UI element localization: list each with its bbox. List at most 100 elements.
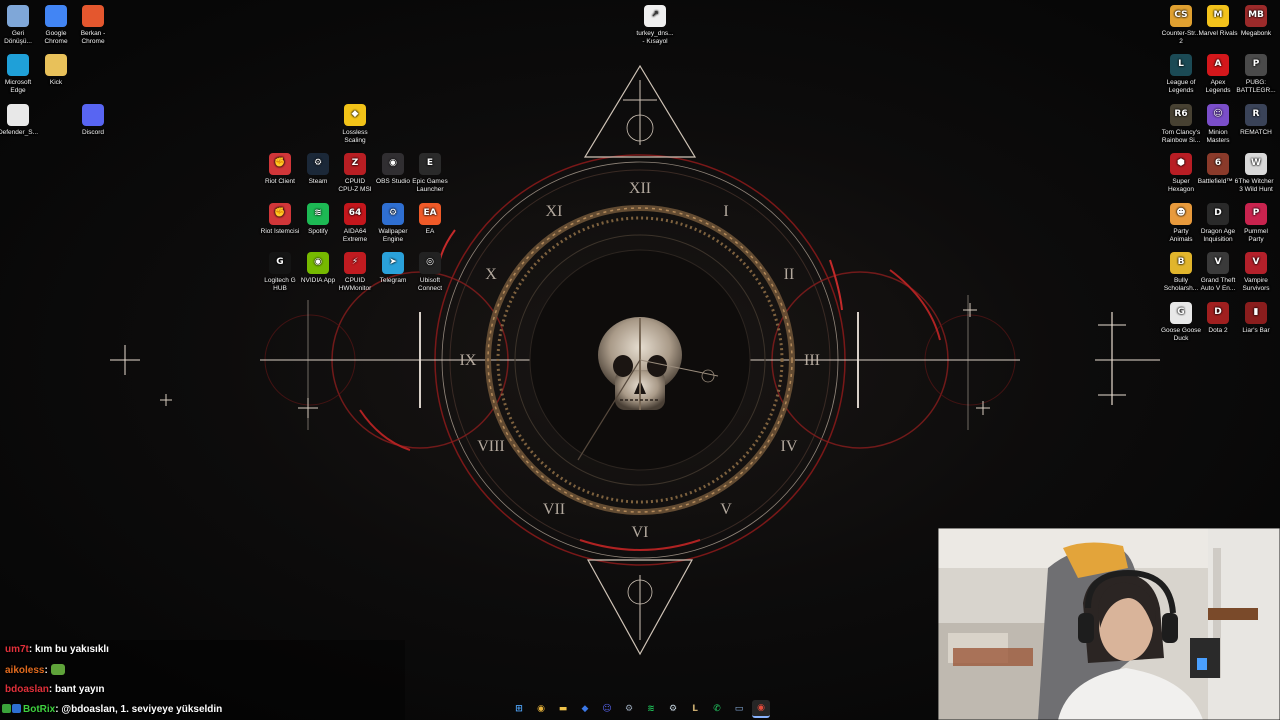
ea-icon: EA: [419, 203, 441, 225]
wallpaper-engine-icon: ⚙: [382, 203, 404, 225]
desktop-icon-label: Berkan - Chrome: [80, 30, 106, 45]
logitech-icon: G: [269, 252, 291, 274]
taskbar-settings-icon[interactable]: ⚙: [620, 700, 638, 718]
clock-numeral: IV: [781, 438, 798, 455]
taskbar-steam-icon[interactable]: ⚙: [664, 700, 682, 718]
clock-numeral: VI: [632, 524, 649, 541]
rematch-icon: R: [1245, 104, 1267, 126]
bully-icon: B: [1170, 252, 1192, 274]
clock-numeral: IX: [460, 352, 477, 369]
goose-goose-duck-icon: G: [1170, 302, 1192, 324]
dota2-icon: D: [1207, 302, 1229, 324]
desktop-icon-label: Pummel Party: [1244, 228, 1268, 243]
desktop-icon-label: Lossless Scaling: [342, 129, 368, 144]
desktop-shortcut-chrome[interactable]: Berkan - Chrome: [71, 5, 115, 45]
desktop-shortcut-pubg[interactable]: P PUBG: BATTLEGR...: [1234, 54, 1278, 94]
chat-username: BotRix: [23, 704, 56, 715]
taskbar-file-explorer-icon[interactable]: ▬: [554, 700, 572, 718]
desktop-icon-label: Kick: [49, 79, 63, 86]
party-animals-icon: ☻: [1170, 203, 1192, 225]
desktop-shortcut-duck[interactable]: ◆ Lossless Scaling: [333, 104, 377, 144]
riot-client-icon: ✊: [269, 203, 291, 225]
chat-text: bant yayın: [55, 684, 105, 695]
taskbar-obs-icon[interactable]: ◉: [752, 700, 770, 718]
desktop-shortcut-ea[interactable]: EA EA: [408, 203, 452, 236]
battlefield-icon: 6: [1207, 153, 1229, 175]
desktop-shortcut-turkey-dns[interactable]: ↗ turkey_dns... - Kısayol: [633, 5, 677, 45]
aida64-icon: 64: [344, 203, 366, 225]
clock-numeral: I: [723, 203, 728, 220]
vampire-survivors-icon: V: [1245, 252, 1267, 274]
steam-icon: ⚙: [307, 153, 329, 175]
taskbar-spotify-icon[interactable]: ≋: [642, 700, 660, 718]
pubg-icon: P: [1245, 54, 1267, 76]
desktop-shortcut-folder[interactable]: Kick: [34, 54, 78, 87]
desktop-shortcut-liars-bar[interactable]: ▮ Liar's Bar: [1234, 302, 1278, 335]
desktop-shortcut-vampire-survivors[interactable]: V Vampire Survivors: [1234, 252, 1278, 292]
epic-games-icon: E: [419, 153, 441, 175]
obs-icon: ◉: [382, 153, 404, 175]
marvel-rivals-icon: M: [1207, 5, 1229, 27]
desktop-shortcut-epic-games[interactable]: E Epic Games Launcher: [408, 153, 452, 193]
desktop-shortcut-pummel-party[interactable]: P Pummel Party: [1234, 203, 1278, 243]
chat-message: aikoless:: [5, 664, 65, 676]
webcam-overlay: [938, 528, 1280, 720]
clock-numeral: II: [784, 266, 795, 283]
taskbar-chrome-icon[interactable]: ◉: [532, 700, 550, 718]
telegram-icon: ➤: [382, 252, 404, 274]
chat-separator: :: [44, 665, 51, 676]
chat-username: aikoless: [5, 665, 45, 676]
discord-icon: [82, 104, 104, 126]
clock-numeral: V: [720, 501, 732, 518]
desktop-icon-label: The Witcher 3 Wild Hunt: [1238, 178, 1274, 193]
edge-icon: [7, 54, 29, 76]
clock-numeral: XII: [629, 180, 651, 197]
witcher-icon: W: [1245, 153, 1267, 175]
chat-text: @bdoaslan, 1. seviyeye yükseldin: [61, 704, 223, 715]
desktop-shortcut-witcher[interactable]: W The Witcher 3 Wild Hunt: [1234, 153, 1278, 193]
stream-chat-overlay: um7t: kım bu yakısıklı aikoless: bdoasla…: [0, 640, 405, 720]
chat-message: um7t: kım bu yakısıklı: [5, 644, 109, 655]
desktop-shortcut-rematch[interactable]: R REMATCH: [1234, 104, 1278, 137]
ubisoft-icon: ◎: [419, 252, 441, 274]
desktop-icon-label: Ubisoft Connect: [417, 277, 443, 292]
cs2-icon: CS: [1170, 5, 1192, 27]
shortcut-file-icon: ↗: [644, 5, 666, 27]
desktop-shortcut-file[interactable]: Defender_S...: [0, 104, 40, 137]
gta-icon: V: [1207, 252, 1229, 274]
chat-message: BotRix: @bdoaslan, 1. seviyeye yükseldin: [2, 704, 222, 715]
nvidia-icon: ◉: [307, 252, 329, 274]
desktop-icon-label: turkey_dns... - Kısayol: [636, 30, 674, 45]
desktop-icon-label: PUBG: BATTLEGR...: [1236, 79, 1276, 94]
frog-emote: [50, 664, 65, 675]
desktop-shortcut-ubisoft[interactable]: ◎ Ubisoft Connect: [408, 252, 452, 292]
desktop-shortcut-discord[interactable]: Discord: [71, 104, 115, 137]
desktop-icon-label: Liar's Bar: [1242, 327, 1270, 334]
clock-numeral: VIII: [477, 438, 505, 455]
duck-icon: ◆: [344, 104, 366, 126]
taskbar-league-icon[interactable]: L: [686, 700, 704, 718]
taskbar-whatsapp-icon[interactable]: ✆: [708, 700, 726, 718]
taskbar-start-icon[interactable]: ⊞: [510, 700, 528, 718]
desktop-icon-label: REMATCH: [1240, 129, 1272, 136]
dragon-age-icon: D: [1207, 203, 1229, 225]
desktop-icon-label: Discord: [81, 129, 105, 136]
rainbow-six-icon: R6: [1170, 104, 1192, 126]
desktop-icon-label: Vampire Survivors: [1242, 277, 1270, 292]
apex-icon: A: [1207, 54, 1229, 76]
bot-badge: [12, 704, 21, 713]
desktop-shortcut-megabonk[interactable]: MB Megabonk: [1234, 5, 1278, 38]
riot-client-icon: ✊: [269, 153, 291, 175]
spotify-icon: ≋: [307, 203, 329, 225]
chrome-icon: [82, 5, 104, 27]
taskbar-discord-icon[interactable]: ☺: [598, 700, 616, 718]
clock-numeral: VII: [543, 501, 565, 518]
desktop-icon-label: Epic Games Launcher: [412, 178, 448, 193]
taskbar-network-icon[interactable]: ▭: [730, 700, 748, 718]
clock-numeral: XI: [546, 203, 563, 220]
chat-message: bdoaslan: bant yayın: [5, 684, 104, 695]
taskbar-app-blue-icon[interactable]: ◆: [576, 700, 594, 718]
desktop-icon-label: EA: [425, 228, 435, 235]
super-hexagon-icon: ⬢: [1170, 153, 1192, 175]
megabonk-icon: MB: [1245, 5, 1267, 27]
